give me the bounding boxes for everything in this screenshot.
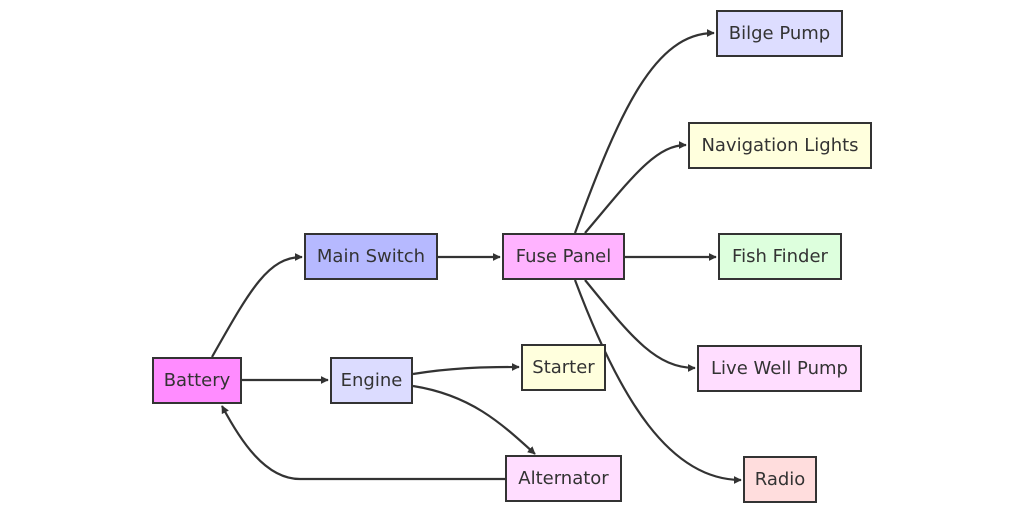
node-label: Live Well Pump [711, 358, 848, 379]
node-label: Starter [532, 357, 595, 378]
node-label: Fish Finder [732, 246, 828, 267]
node-label: Navigation Lights [701, 135, 859, 156]
node-fuse-panel: Fuse Panel [502, 233, 625, 280]
edge-battery-to-main-switch [211, 253, 303, 358]
node-label: Main Switch [316, 246, 426, 267]
node-alternator: Alternator [505, 455, 622, 502]
edge-engine-to-alternator [412, 384, 536, 455]
node-label: Bilge Pump [728, 23, 831, 44]
node-label: Battery [163, 370, 231, 391]
node-navigation-lights: Navigation Lights [688, 122, 872, 169]
node-starter: Starter [521, 344, 606, 391]
wiring-diagram: Battery Main Switch Fuse Panel Engine Starte… [0, 0, 1024, 513]
node-label: Engine [340, 370, 403, 391]
node-fish-finder: Fish Finder [718, 233, 842, 280]
node-engine: Engine [330, 357, 413, 404]
node-label: Alternator [518, 468, 609, 489]
node-bilge-pump: Bilge Pump [716, 10, 843, 57]
node-radio: Radio [743, 456, 817, 503]
node-label: Radio [754, 469, 806, 490]
node-main-switch: Main Switch [304, 233, 438, 280]
edge-engine-to-starter [412, 363, 520, 376]
edge-alternator-to-battery [221, 405, 505, 481]
node-label: Fuse Panel [515, 246, 612, 267]
edge-fuse-panel-to-navigation-lights [584, 141, 687, 234]
node-live-well-pump: Live Well Pump [697, 345, 862, 392]
node-battery: Battery [152, 357, 242, 404]
